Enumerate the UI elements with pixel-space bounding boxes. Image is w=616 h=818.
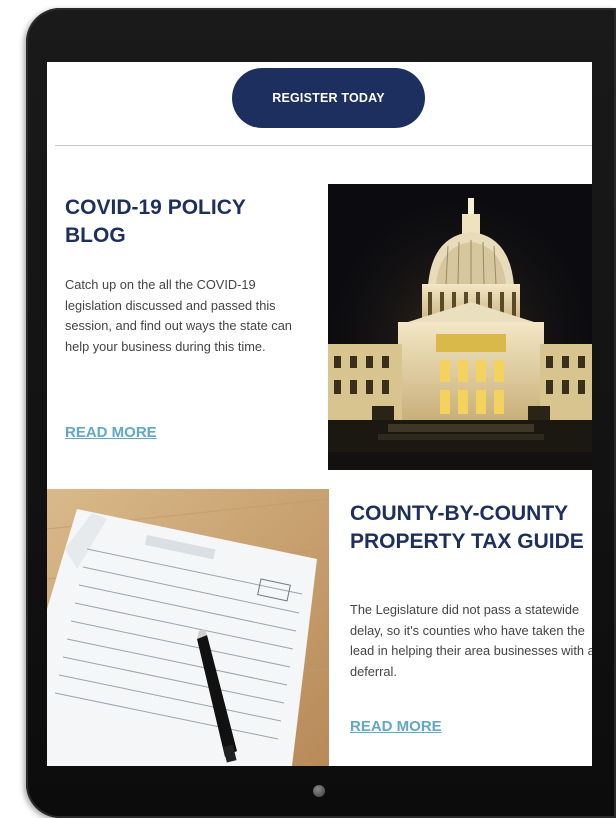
email-screen: REGISTER TODAY COVID-19 POLICY BLOG Catc… bbox=[47, 62, 592, 766]
property-tax-guide-title: COUNTY-BY-COUNTY PROPERTY TAX GUIDE bbox=[350, 502, 584, 553]
covid-policy-blog-description: Catch up on the all the COVID-19 legisla… bbox=[65, 277, 292, 354]
covid-policy-read-more-link[interactable]: READ MORE bbox=[65, 424, 157, 441]
covid-policy-blog-title: COVID-19 POLICY BLOG bbox=[65, 196, 246, 247]
section-divider bbox=[55, 145, 592, 146]
home-button-icon[interactable] bbox=[313, 785, 325, 797]
tax-form-image bbox=[47, 489, 329, 766]
register-today-button[interactable]: REGISTER TODAY bbox=[232, 68, 425, 128]
property-tax-guide-description: The Legislature did not pass a statewide… bbox=[350, 602, 592, 679]
property-tax-read-more-link[interactable]: READ MORE bbox=[350, 718, 442, 735]
state-capitol-image bbox=[328, 184, 592, 470]
